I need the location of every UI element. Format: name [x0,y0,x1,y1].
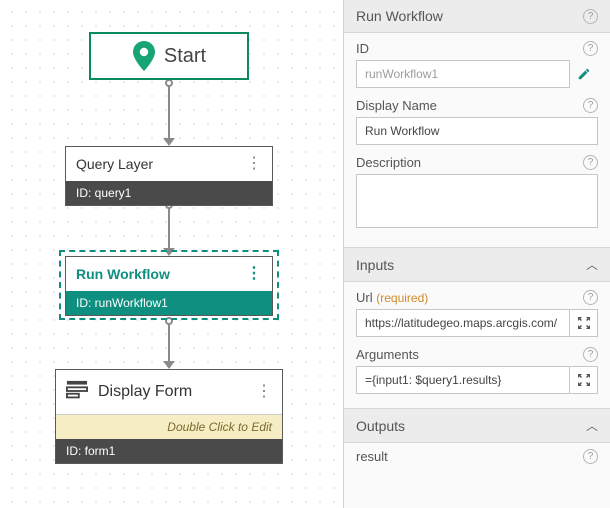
outputs-title: Outputs [356,418,405,434]
help-icon[interactable]: ? [583,9,598,24]
form-icon [66,380,88,403]
node-title: Query Layer [76,156,153,172]
help-icon[interactable]: ? [583,347,598,362]
node-id-bar: ID: runWorkflow1 [66,291,272,315]
help-icon[interactable]: ? [583,155,598,170]
url-label: Url [356,290,373,305]
arguments-input[interactable] [356,366,570,394]
help-icon[interactable]: ? [583,290,598,305]
start-label: Start [164,45,206,68]
id-input[interactable] [356,60,570,88]
kebab-icon[interactable]: ⋮ [246,269,262,279]
help-icon[interactable]: ? [583,98,598,113]
workflow-canvas[interactable]: Start Query Layer ⋮ ID: query1 Run Workf… [0,0,343,508]
panel-title: Run Workflow [356,8,443,24]
connector [168,204,170,250]
edit-hint[interactable]: Double Click to Edit [56,414,282,439]
connector [168,82,170,140]
chevron-up-icon[interactable]: ︿ [586,417,598,434]
connector-origin-dot [165,79,173,87]
properties-panel: Run Workflow ? ID ? Display Name [343,0,610,508]
arrowhead-icon [163,138,175,146]
required-tag: (required) [376,291,428,305]
panel-header: Run Workflow ? [344,0,610,33]
outputs-header[interactable]: Outputs ︿ [344,408,610,443]
expand-icon[interactable] [570,366,598,394]
arrowhead-icon [163,361,175,369]
inputs-title: Inputs [356,257,394,273]
connector [168,320,170,363]
help-icon[interactable]: ? [583,449,598,464]
expand-icon[interactable] [570,309,598,337]
description-input[interactable] [356,174,598,228]
display-name-input[interactable] [356,117,598,145]
output-name: result [356,449,388,464]
map-pin-icon [132,41,156,71]
description-label: Description [356,155,421,170]
node-id-bar: ID: query1 [66,181,272,205]
node-title: Run Workflow [76,266,170,282]
start-node[interactable]: Start [89,32,249,80]
display-name-label: Display Name [356,98,437,113]
id-label: ID [356,41,369,56]
chevron-up-icon[interactable]: ︿ [586,256,598,273]
kebab-icon[interactable]: ⋮ [256,387,272,397]
help-icon[interactable]: ? [583,41,598,56]
display-form-node[interactable]: Display Form ⋮ Double Click to Edit ID: … [55,369,283,464]
pencil-icon[interactable] [570,60,598,88]
inputs-header[interactable]: Inputs ︿ [344,247,610,282]
arguments-label: Arguments [356,347,419,362]
run-workflow-node[interactable]: Run Workflow ⋮ ID: runWorkflow1 [65,256,273,316]
kebab-icon[interactable]: ⋮ [246,159,262,169]
url-input[interactable] [356,309,570,337]
query-layer-node[interactable]: Query Layer ⋮ ID: query1 [65,146,273,206]
node-title: Display Form [98,383,246,401]
node-id-bar: ID: form1 [56,439,282,463]
